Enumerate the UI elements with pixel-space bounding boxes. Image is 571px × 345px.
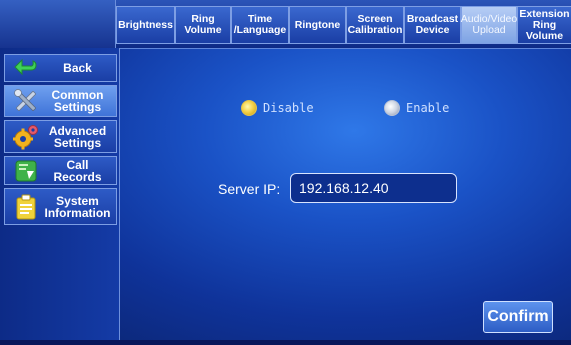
tab-bar-corner (0, 0, 116, 48)
tab-time-language[interactable]: Time /Language (231, 6, 289, 44)
disable-option-label: Disable (263, 101, 314, 115)
tab-audio-video-upload[interactable]: Audio/Video Upload (461, 6, 517, 44)
sidebar-item-common-settings[interactable]: Common Settings (4, 85, 117, 117)
sidebar-item-label: Back (63, 61, 92, 75)
tab-screen-calibration[interactable]: Screen Calibration (346, 6, 404, 44)
tab-bar: Brightness Ring Volume Time /Language Ri… (0, 0, 571, 49)
tab-brightness[interactable]: Brightness (116, 6, 175, 44)
sidebar-item-label: Advanced Settings (48, 123, 107, 150)
tab-broadcast-device[interactable]: Broadcast Device (404, 6, 461, 44)
clipboard-icon (13, 194, 39, 220)
tab-list: Brightness Ring Volume Time /Language Ri… (116, 6, 571, 46)
tab-ringtone[interactable]: Ringtone (289, 6, 346, 44)
tab-ring-volume[interactable]: Ring Volume (175, 6, 231, 44)
server-ip-input[interactable] (290, 173, 457, 203)
sidebar-item-call-records[interactable]: Call Records (4, 156, 117, 185)
radio-selected-icon (241, 100, 257, 116)
sidebar-item-advanced-settings[interactable]: Advanced Settings (4, 120, 117, 153)
sidebar-item-back[interactable]: Back (4, 54, 117, 82)
sidebar-item-system-information[interactable]: System Information (4, 188, 117, 225)
sidebar-item-label: Common Settings (51, 88, 104, 114)
sidebar: Back Common Settings Advanced Settings C… (0, 48, 120, 345)
back-arrow-icon (13, 55, 39, 81)
sidebar-item-label: Call Records (53, 157, 102, 184)
enable-option-label: Enable (406, 101, 450, 115)
tab-extension-ring-volume[interactable]: Extension Ring Volume (517, 6, 571, 44)
radio-unselected-icon (384, 100, 400, 116)
sidebar-item-label: System Information (44, 193, 111, 220)
bottom-edge (0, 340, 571, 345)
server-ip-label: Server IP: (218, 181, 281, 197)
enable-option[interactable]: Enable (384, 100, 449, 116)
disable-option[interactable]: Disable (241, 100, 314, 116)
app-window: Brightness Ring Volume Time /Language Ri… (0, 0, 571, 345)
call-records-icon (13, 158, 39, 184)
tools-icon (13, 88, 39, 114)
gears-icon (13, 124, 39, 150)
confirm-button[interactable]: Confirm (483, 301, 553, 333)
